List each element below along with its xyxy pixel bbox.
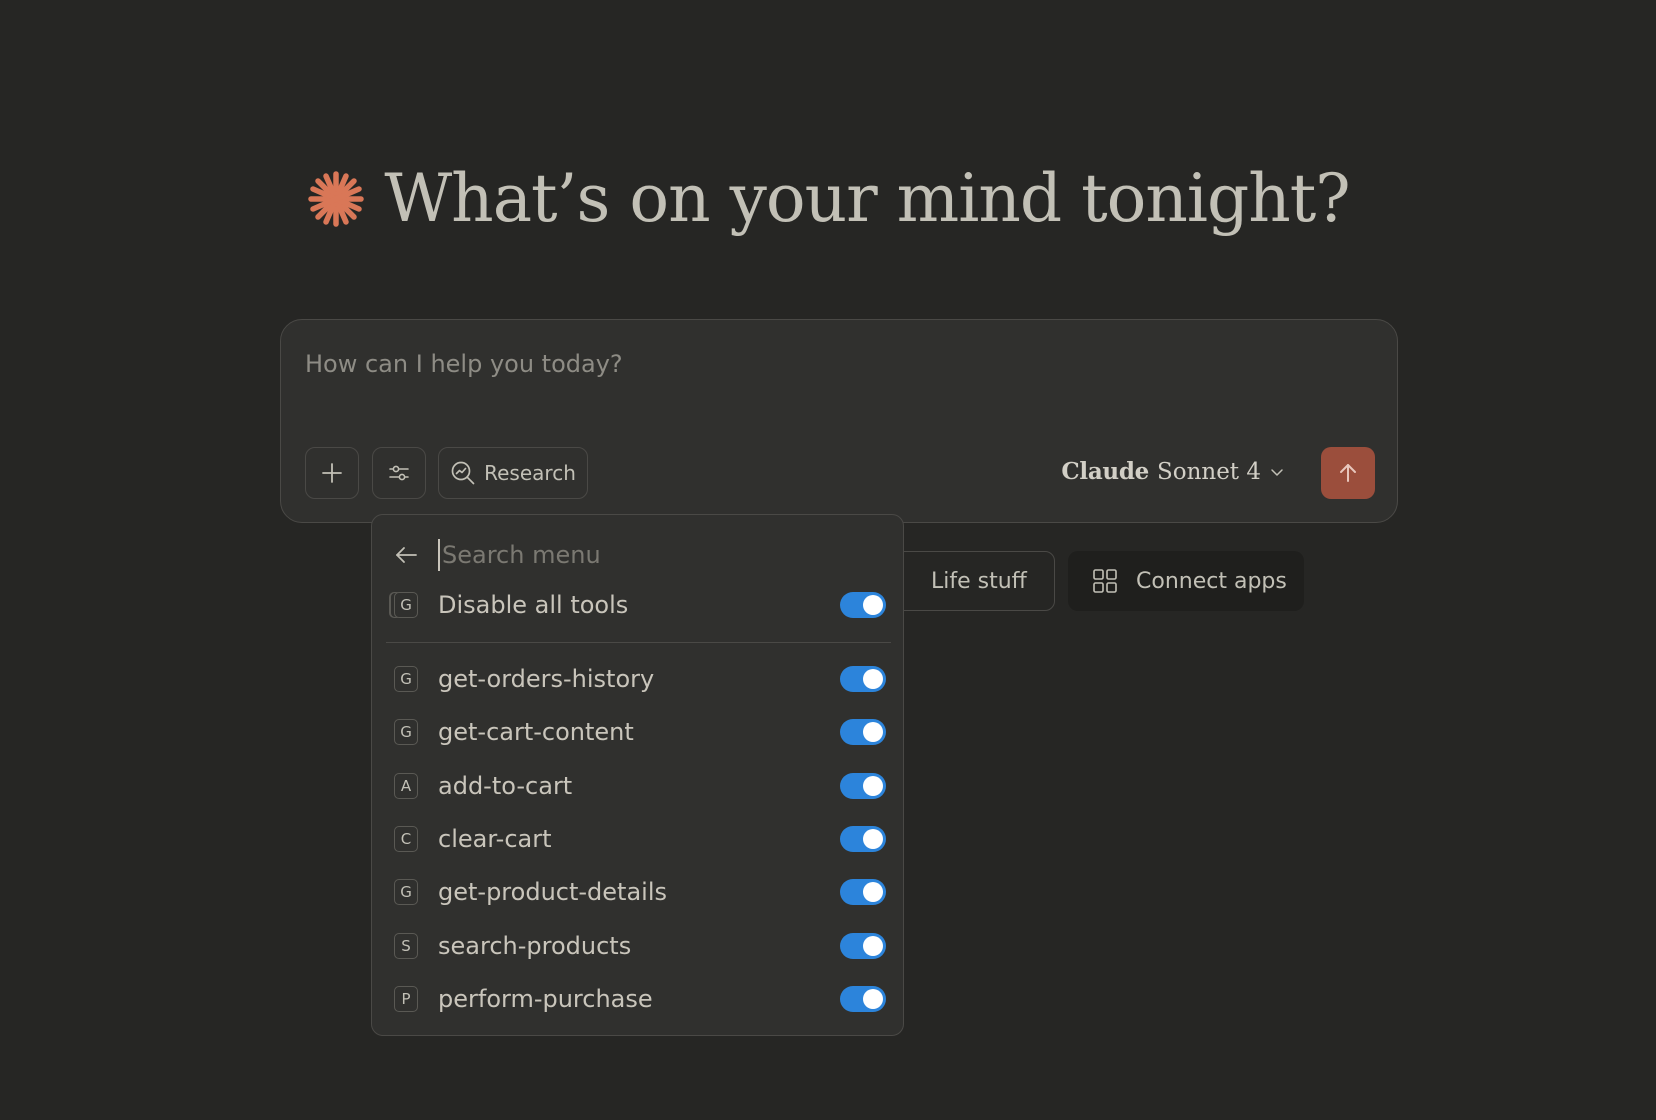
tool-glyph: A [394, 773, 418, 799]
send-button[interactable] [1321, 447, 1375, 499]
arrow-left-icon[interactable] [392, 541, 420, 569]
menu-search [392, 537, 882, 573]
toggle-knob [863, 595, 883, 615]
greeting-title: What’s on your mind tonight? [384, 160, 1350, 237]
toggle-knob [863, 669, 883, 689]
claude-starburst-icon [308, 170, 365, 227]
tool-row-search-products[interactable]: S search-products [390, 926, 886, 966]
tool-label: clear-cart [438, 825, 552, 853]
chip-label: Life stuff [931, 568, 1027, 594]
tool-glyph: G [394, 879, 418, 905]
tool-toggle[interactable] [840, 879, 886, 905]
chevron-down-icon [1271, 468, 1283, 476]
chat-composer[interactable]: How can I help you today? Research Claud… [280, 319, 1398, 523]
tool-row-get-orders-history[interactable]: G get-orders-history [390, 659, 886, 699]
tool-row-get-product-details[interactable]: G get-product-details [390, 872, 886, 912]
message-input[interactable]: How can I help you today? [305, 350, 623, 378]
toggle-knob [863, 829, 883, 849]
chip-label: Connect apps [1136, 568, 1287, 594]
research-icon [451, 461, 475, 485]
disable-all-tools-row[interactable]: G Disable all tools [390, 585, 886, 625]
tool-toggle[interactable] [840, 666, 886, 692]
grid-icon [1093, 569, 1117, 593]
toggle-knob [863, 989, 883, 1009]
tool-toggle[interactable] [840, 719, 886, 745]
toggle-knob [863, 882, 883, 902]
sliders-icon [389, 465, 409, 481]
page: What’s on your mind tonight? How can I h… [0, 0, 1656, 1120]
tools-menu: G Disable all tools G get-orders-history… [371, 514, 904, 1036]
tool-label: get-orders-history [438, 665, 655, 693]
tool-row-clear-cart[interactable]: C clear-cart [390, 819, 886, 859]
tools-button[interactable] [372, 447, 426, 499]
tool-label: search-products [438, 932, 632, 960]
arrow-up-icon [1340, 464, 1356, 482]
tool-toggle[interactable] [840, 986, 886, 1012]
tool-row-add-to-cart[interactable]: A add-to-cart [390, 766, 886, 806]
add-content-button[interactable] [305, 447, 359, 499]
disable-all-tools-toggle[interactable] [840, 592, 886, 618]
research-button[interactable]: Research [438, 447, 588, 499]
tool-glyph: G [394, 592, 418, 618]
tool-label: get-cart-content [438, 718, 634, 746]
chip-connect-apps[interactable]: Connect apps [1068, 551, 1304, 611]
toggle-knob [863, 776, 883, 796]
tool-toggle[interactable] [840, 933, 886, 959]
tool-glyph: C [394, 826, 418, 852]
model-brand: Claude [1061, 458, 1149, 485]
model-selector[interactable]: Claude Sonnet 4 [1061, 458, 1285, 485]
tool-label: add-to-cart [438, 772, 573, 800]
tool-label: get-product-details [438, 878, 667, 906]
greeting: What’s on your mind tonight? [0, 160, 1656, 237]
tool-row-get-cart-content[interactable]: G get-cart-content [390, 712, 886, 752]
toggle-knob [863, 722, 883, 742]
toggle-knob [863, 936, 883, 956]
menu-search-input[interactable] [438, 539, 844, 571]
research-label: Research [484, 461, 576, 485]
chip-life-stuff[interactable]: Life stuff [880, 551, 1055, 611]
tool-toggle[interactable] [840, 773, 886, 799]
model-name: Sonnet 4 [1156, 458, 1261, 485]
tool-glyph: G [394, 666, 418, 692]
disable-all-tools-label: Disable all tools [438, 591, 629, 619]
tool-glyph: G [394, 719, 418, 745]
tool-row-perform-purchase[interactable]: P perform-purchase [390, 979, 886, 1019]
plus-icon [322, 463, 342, 483]
tool-label: perform-purchase [438, 985, 653, 1013]
menu-divider [386, 642, 891, 643]
tool-toggle[interactable] [840, 826, 886, 852]
tool-glyph: S [394, 933, 418, 959]
tool-glyph: P [394, 986, 418, 1012]
